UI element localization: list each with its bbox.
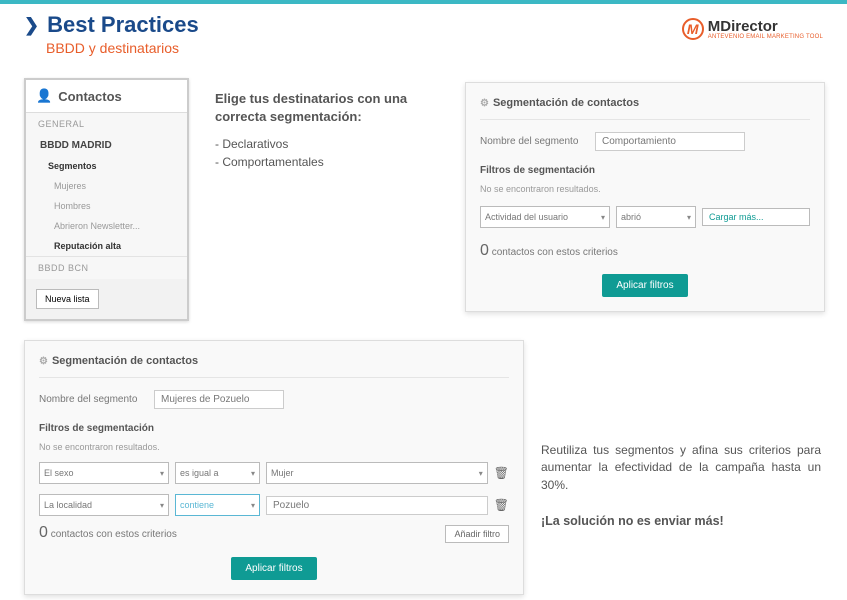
chevron-down-icon: ▾ bbox=[160, 469, 164, 478]
segment-panel-2-title: Segmentación de contactos bbox=[52, 355, 198, 367]
segment-1-name-label: Nombre del segmento bbox=[480, 136, 585, 147]
logo-mark-icon: M bbox=[682, 18, 704, 40]
segment-2-name-label: Nombre del segmento bbox=[39, 394, 144, 405]
instruction-1-line-2: - Comportamentales bbox=[215, 153, 435, 171]
instruction-2-bold: ¡La solución no es enviar más! bbox=[541, 512, 821, 530]
segment-2-no-results: No se encontraron resultados. bbox=[39, 442, 509, 452]
contacts-panel: 👤 Contactos GENERAL BBDD MADRID Segmento… bbox=[24, 78, 189, 321]
segment-1-count-text: contactos con estos criterios bbox=[492, 247, 618, 258]
filter-1-value-select[interactable]: Mujer▾ bbox=[266, 462, 488, 484]
contacts-seg-hombres[interactable]: Hombres bbox=[26, 196, 187, 216]
chevron-down-icon: ▾ bbox=[251, 501, 255, 510]
contacts-seg-abrieron[interactable]: Abrieron Newsletter... bbox=[26, 216, 187, 236]
logo-tagline: ANTEVENIO EMAIL MARKETING TOOL bbox=[708, 34, 823, 40]
chevron-down-icon: ▾ bbox=[251, 469, 255, 478]
segment-2-filters-heading: Filtros de segmentación bbox=[39, 423, 509, 434]
chevron-down-icon: ▾ bbox=[601, 213, 605, 222]
filter-2-value-input[interactable] bbox=[266, 496, 488, 515]
contacts-bbdd-bcn[interactable]: BBDD BCN bbox=[26, 256, 187, 279]
chevron-down-icon: ▾ bbox=[479, 469, 483, 478]
segment-1-no-results: No se encontraron resultados. bbox=[480, 184, 810, 194]
contacts-section-general: GENERAL bbox=[26, 113, 187, 135]
contacts-segmentos-label[interactable]: Segmentos bbox=[26, 156, 187, 176]
segment-panel-1-title: Segmentación de contactos bbox=[493, 97, 639, 109]
contacts-seg-reputacion[interactable]: Reputación alta bbox=[26, 236, 187, 256]
segment-2-count-zero: 0 bbox=[39, 524, 48, 541]
new-list-button[interactable]: Nueva lista bbox=[36, 289, 99, 309]
segment-panel-behaviour: ⚙ Segmentación de contactos Nombre del s… bbox=[465, 82, 825, 312]
instruction-2-body: Reutiliza tus segmentos y afina sus crit… bbox=[541, 443, 821, 492]
segment-1-field-select[interactable]: Actividad del usuario▾ bbox=[480, 206, 610, 228]
logo-name: MDirector bbox=[708, 19, 823, 34]
instruction-block-1: Elige tus destinatarios con una correcta… bbox=[215, 90, 435, 171]
instruction-1-heading: Elige tus destinatarios con una correcta… bbox=[215, 90, 435, 125]
filter-1-field-select[interactable]: El sexo▾ bbox=[39, 462, 169, 484]
chevron-down-icon: ▾ bbox=[160, 501, 164, 510]
segment-panel-women-pozuelo: ⚙ Segmentación de contactos Nombre del s… bbox=[24, 340, 524, 595]
gear-icon: ⚙ bbox=[39, 356, 48, 367]
filter-2-delete-icon[interactable]: 🗑 bbox=[494, 498, 509, 512]
page-subtitle: BBDD y destinatarios bbox=[46, 40, 199, 56]
segment-2-name-input[interactable] bbox=[154, 390, 284, 409]
segment-1-count-zero: 0 bbox=[480, 242, 489, 259]
segment-1-load-more-button[interactable]: Cargar más... bbox=[702, 208, 810, 226]
segment-1-filters-heading: Filtros de segmentación bbox=[480, 165, 810, 176]
chevron-right-icon: ❯ bbox=[24, 15, 39, 36]
contacts-bbdd-madrid[interactable]: BBDD MADRID bbox=[26, 135, 187, 156]
segment-1-apply-button[interactable]: Aplicar filtros bbox=[602, 274, 687, 297]
add-filter-button[interactable]: Añadir filtro bbox=[445, 525, 509, 543]
contacts-icon: 👤 bbox=[36, 88, 52, 104]
segment-1-name-input[interactable] bbox=[595, 132, 745, 151]
chevron-down-icon: ▾ bbox=[687, 213, 691, 222]
segment-2-count-text: contactos con estos criterios bbox=[51, 529, 177, 540]
instruction-block-2: Reutiliza tus segmentos y afina sus crit… bbox=[541, 442, 821, 530]
filter-1-op-select[interactable]: es igual a▾ bbox=[175, 462, 260, 484]
instruction-1-line-1: - Declarativos bbox=[215, 135, 435, 153]
brand-logo: M MDirector ANTEVENIO EMAIL MARKETING TO… bbox=[682, 18, 823, 40]
segment-2-apply-button[interactable]: Aplicar filtros bbox=[231, 557, 316, 580]
header: ❯ Best Practices BBDD y destinatarios M … bbox=[0, 4, 847, 60]
filter-2-field-select[interactable]: La localidad▾ bbox=[39, 494, 169, 516]
contacts-seg-mujeres[interactable]: Mujeres bbox=[26, 176, 187, 196]
contacts-title: Contactos bbox=[58, 89, 122, 104]
filter-1-delete-icon[interactable]: 🗑 bbox=[494, 466, 509, 480]
page-title: Best Practices bbox=[47, 12, 199, 38]
gear-icon: ⚙ bbox=[480, 98, 489, 109]
segment-1-op-select[interactable]: abrió▾ bbox=[616, 206, 696, 228]
filter-2-op-select[interactable]: contiene▾ bbox=[175, 494, 260, 516]
